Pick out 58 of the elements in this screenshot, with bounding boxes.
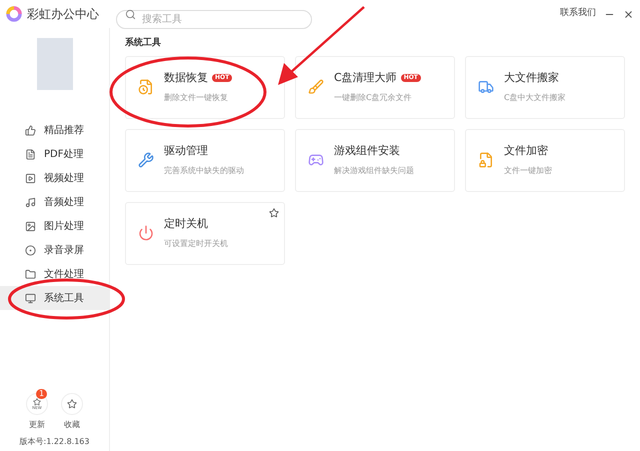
video-icon xyxy=(25,172,36,184)
tool-title: C盘清理大师 xyxy=(334,70,397,86)
folder-icon xyxy=(25,268,36,280)
tool-card[interactable]: 驱动管理 完善系统中缺失的驱动 xyxy=(125,128,285,192)
tool-title: 文件加密 xyxy=(504,142,548,159)
power-icon xyxy=(138,225,154,241)
truck-icon xyxy=(478,79,494,95)
sidebar-item[interactable]: 录音录屏 xyxy=(0,238,109,262)
tool-card[interactable]: 文件加密 文件一键加密 xyxy=(465,128,625,192)
update-label: 更新 xyxy=(29,419,45,431)
search-icon xyxy=(125,8,136,20)
tool-description: C盘中大文件搬家 xyxy=(504,92,566,104)
record-icon xyxy=(25,244,36,256)
sidebar-item[interactable]: 文件处理 xyxy=(0,262,109,286)
favorites-label: 收藏 xyxy=(64,419,80,431)
sidebar-item[interactable]: 图片处理 xyxy=(0,214,109,238)
wrench-icon xyxy=(138,152,154,168)
star-icon[interactable] xyxy=(269,208,279,218)
tool-title: 数据恢复 xyxy=(164,70,208,86)
close-icon[interactable] xyxy=(623,8,634,20)
version-text: 版本号:1.22.8.163 xyxy=(20,436,90,448)
tool-description: 删除文件一键恢复 xyxy=(164,92,229,104)
file-clock-icon xyxy=(138,79,154,95)
notification-badge: 1 xyxy=(36,389,48,399)
star-icon xyxy=(67,399,77,409)
logo-icon xyxy=(6,6,22,22)
monitor-icon xyxy=(25,292,36,304)
tool-description: 文件一键加密 xyxy=(504,165,552,178)
music-note-icon xyxy=(25,196,36,208)
sidebar-item[interactable]: 音频处理 xyxy=(0,190,109,214)
tool-description: 一键删除C盘冗余文件 xyxy=(334,92,413,104)
image-icon xyxy=(25,220,36,232)
app-title: 彩虹办公中心 xyxy=(27,6,100,23)
tool-description: 解决游戏组件缺失问题 xyxy=(334,165,414,178)
tool-card[interactable]: 大文件搬家 C盘中大文件搬家 xyxy=(465,56,625,118)
tool-description: 完善系统中缺失的驱动 xyxy=(164,165,244,178)
tool-card[interactable]: 游戏组件安装 解决游戏组件缺失问题 xyxy=(295,128,455,192)
sidebar-item[interactable]: 精品推荐 xyxy=(0,118,109,142)
tool-description: 可设置定时开关机 xyxy=(164,238,228,250)
avatar-placeholder xyxy=(36,38,72,90)
brush-icon xyxy=(308,79,324,95)
thumbs-up-icon xyxy=(25,124,36,136)
tool-title: 大文件搬家 xyxy=(504,70,559,86)
file-lock-icon xyxy=(478,152,494,168)
tool-title: 定时关机 xyxy=(164,216,208,232)
sidebar-item[interactable]: PDF处理 xyxy=(0,142,109,166)
tool-title: 游戏组件安装 xyxy=(334,142,400,159)
section-title: 系统工具 xyxy=(125,37,162,50)
star-icon xyxy=(33,398,41,406)
favorites-button[interactable] xyxy=(61,393,83,415)
contact-link[interactable]: 联系我们 xyxy=(560,7,596,21)
sidebar-item[interactable]: 系统工具 xyxy=(0,286,109,310)
gamepad-icon xyxy=(308,152,324,168)
tool-title: 驱动管理 xyxy=(164,142,208,159)
document-icon xyxy=(25,148,36,160)
sidebar-item[interactable]: 视频处理 xyxy=(0,166,109,190)
search-field[interactable]: 搜索工具 xyxy=(116,10,312,28)
tool-card[interactable]: 定时关机 可设置定时开关机 xyxy=(125,202,285,264)
